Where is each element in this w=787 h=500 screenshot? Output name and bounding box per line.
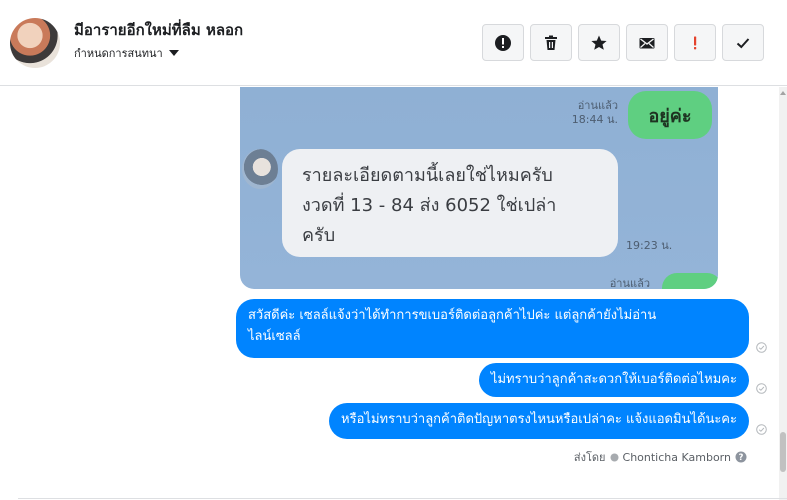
message-bubble[interactable]: ไม่ทราบว่าลูกค้าสะดวกให้เบอร์ติดต่อไหมคะ [478,363,749,397]
message-row: หรือไม่ทราบว่าลูกค้าติดปัญหาตรงไหนหรือเป… [329,403,749,439]
message-row: สวัสดีค่ะ เซลล์แจ้งว่าได้ทำการขเบอร์ติดต… [236,299,749,358]
image-message-bubble: รายละเอียดตามนี้เลยใช่ไหมครับ งวดที่ 13 … [282,149,618,257]
delete-button[interactable] [530,24,572,61]
subtitle-label: กำหนดการสนทนา [74,47,163,60]
star-button[interactable] [578,24,620,61]
report-button[interactable] [482,24,524,61]
star-icon [591,35,607,50]
exclamation-icon [694,36,697,49]
sent-by-info: ส่งโดย Chonticha Kamborn ? [574,448,747,466]
image-reply-bubble-partial [662,273,718,289]
sent-check-icon [756,342,767,353]
scrollbar[interactable] [779,87,787,500]
conversation-area: อ่านแล้ว 18:44 น. อยู่ค่ะ รายละเอียดตามน… [0,87,787,500]
scrollbar-thumb[interactable] [780,432,786,472]
image-sender-avatar [242,149,278,189]
trash-icon [545,35,557,50]
image-read-label: อ่านแล้ว [609,277,650,289]
done-button[interactable] [722,24,764,61]
image-read-label: อ่านแล้ว [577,99,618,112]
image-bubble-line: รายละเอียดตามนี้เลยใช่ไหมครับ [302,165,553,186]
message-bubble[interactable]: สวัสดีค่ะ เซลล์แจ้งว่าได้ทำการขเบอร์ติดต… [236,299,749,358]
mark-unread-button[interactable] [626,24,668,61]
help-icon[interactable]: ? [735,451,747,463]
divider [18,498,787,499]
image-bubble-line: งวดที่ 13 - 84 ส่ง 6052 ใช่เปล่า [302,195,557,216]
sent-by-name[interactable]: Chonticha Kamborn [623,451,731,464]
svg-text:?: ? [739,453,744,463]
message-text: สวัสดีค่ะ เซลล์แจ้งว่าได้ทำการขเบอร์ติดต… [248,308,657,323]
envelope-icon [639,37,655,48]
avatar[interactable] [10,18,60,68]
sent-check-icon [756,424,767,435]
exclamation-circle-icon [495,34,511,51]
sender-avatar-icon [610,453,619,461]
image-attachment[interactable]: อ่านแล้ว 18:44 น. อยู่ค่ะ รายละเอียดตามน… [240,87,718,289]
image-time-1: 18:44 น. [571,113,618,127]
message-text: หรือไม่ทราบว่าลูกค้าติดปัญหาตรงไหนหรือเป… [341,412,737,427]
conversation-menu[interactable]: กำหนดการสนทนา [74,44,179,62]
toolbar [482,24,764,61]
image-reply-bubble: อยู่ค่ะ [628,91,712,139]
message-text: ไลน์เซลล์ [248,329,301,344]
conversation-title: มีอารายอีกใหม่ที่ลืม หลอก [74,21,244,39]
sent-check-icon [756,383,767,394]
important-button[interactable] [674,24,716,61]
sent-by-label: ส่งโดย [573,451,606,464]
scroll-up-arrow-icon[interactable] [779,88,787,98]
image-time-2: 19:23 น. [626,239,673,252]
message-text: ไม่ทราบว่าลูกค้าสะดวกให้เบอร์ติดต่อไหมคะ [490,372,737,387]
image-bubble-line: ครับ [302,225,336,246]
caret-down-icon [168,50,179,56]
conversation-header: มีอารายอีกใหม่ที่ลืม หลอก กำหนดการสนทนา [0,0,787,86]
check-icon [736,37,750,48]
message-row: ไม่ทราบว่าลูกค้าสะดวกให้เบอร์ติดต่อไหมคะ [478,363,749,397]
message-bubble[interactable]: หรือไม่ทราบว่าลูกค้าติดปัญหาตรงไหนหรือเป… [329,403,749,439]
